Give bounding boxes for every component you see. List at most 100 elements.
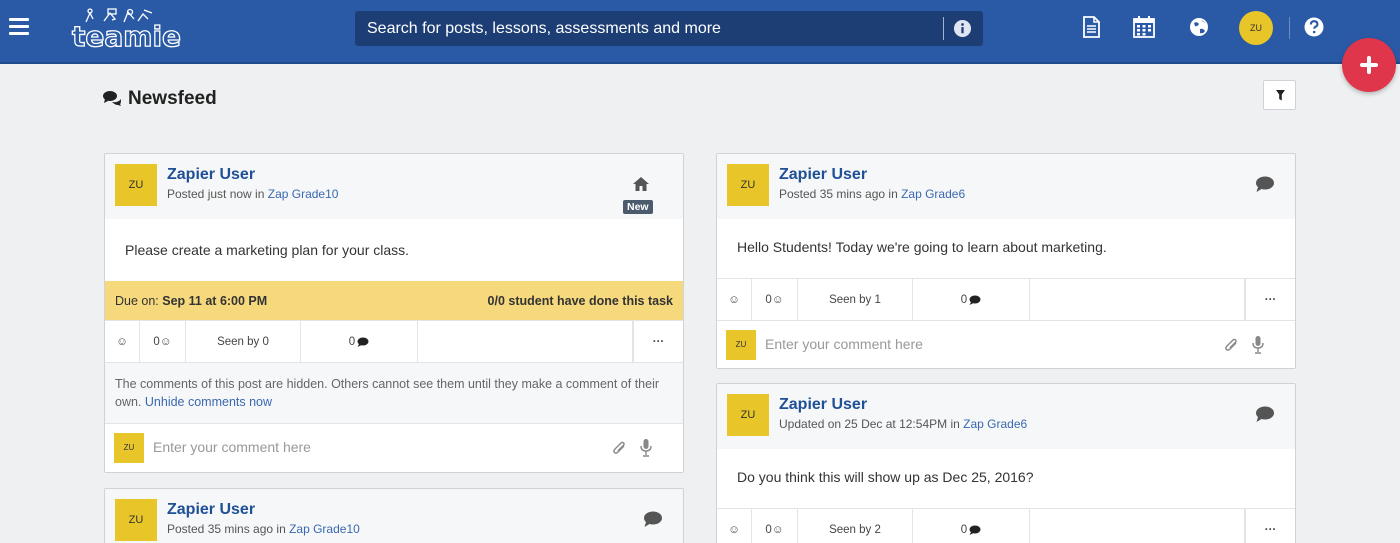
group-link[interactable]: Zap Grade6 [963, 417, 1027, 431]
seen-by[interactable]: Seen by 2 [798, 509, 913, 543]
attachment-icon[interactable] [1224, 336, 1240, 354]
post-header: ZU Zapier User Updated on 25 Dec at 12:5… [717, 384, 1295, 449]
avatar[interactable]: ZU [727, 164, 769, 206]
teamie-logo[interactable]: teamie [71, 6, 182, 54]
reaction-count[interactable]: 0 ☺ [140, 321, 186, 362]
comment-count-value: 0 [960, 293, 968, 306]
calendar-icon[interactable] [1133, 15, 1155, 39]
avatar: ZU [726, 330, 756, 360]
post-card: ZU Zapier User Posted 35 mins ago in Zap… [104, 488, 684, 543]
comment-row: ZU [717, 321, 1295, 368]
comment-icon [357, 337, 369, 347]
post-card: ZU Zapier User Updated on 25 Dec at 12:5… [716, 383, 1296, 543]
comment-icon [1256, 406, 1274, 422]
logo-text: teamie [71, 19, 182, 53]
post-actions: ☺ 0 ☺ Seen by 0 0 ··· [105, 320, 683, 363]
post-time: Updated on 25 Dec at 12:54PM in [779, 417, 964, 431]
comment-icon [644, 511, 662, 527]
post-card: ZU Zapier User Posted 35 mins ago in Zap… [716, 153, 1296, 369]
more-options-button[interactable]: ··· [633, 321, 683, 362]
post-meta: Posted just now in Zap Grade10 [167, 187, 338, 201]
comment-input[interactable] [153, 432, 593, 462]
post-body: Hello Students! Today we're going to lea… [737, 239, 1107, 255]
comment-count[interactable]: 0 [913, 279, 1030, 320]
menu-icon[interactable] [9, 18, 29, 36]
smiley-icon: ☺ [116, 335, 128, 348]
post-author[interactable]: Zapier User [779, 166, 867, 184]
action-spacer [1030, 509, 1245, 543]
post-actions: ☺ 0 ☺ Seen by 2 0 ··· [717, 508, 1295, 543]
more-options-button[interactable]: ··· [1245, 279, 1295, 320]
reaction-count[interactable]: 0 ☺ [752, 279, 798, 320]
post-time: Posted just now in [167, 187, 268, 201]
topbar-separator [1289, 17, 1290, 39]
seen-by[interactable]: Seen by 0 [186, 321, 301, 362]
action-spacer [1030, 279, 1245, 320]
comments-icon [103, 91, 121, 106]
post-time: Posted 35 mins ago in [779, 187, 902, 201]
help-icon[interactable] [1303, 15, 1325, 39]
info-icon[interactable] [953, 19, 972, 38]
comment-count[interactable]: 0 [913, 509, 1030, 543]
document-icon[interactable] [1080, 15, 1102, 39]
task-status: 0/0 student have done this task [487, 294, 673, 308]
post-actions: ☺ 0 ☺ Seen by 1 0 ··· [717, 278, 1295, 321]
top-navbar: teamie ZU [0, 0, 1400, 64]
filter-button[interactable] [1263, 80, 1296, 110]
search-bar [355, 11, 983, 46]
search-divider [943, 17, 944, 40]
post-author[interactable]: Zapier User [167, 501, 255, 519]
due-date: Sep 11 at 6:00 PM [162, 294, 268, 308]
home-icon [633, 177, 649, 191]
post-meta: Posted 35 mins ago in Zap Grade10 [167, 522, 360, 536]
post-body: Do you think this will show up as Dec 25… [737, 469, 1034, 485]
comment-count[interactable]: 0 [301, 321, 418, 362]
smiley-icon: ☺ [728, 293, 740, 306]
due-label: Due on: [115, 294, 163, 308]
newsfeed-title: Newsfeed [128, 88, 217, 109]
avatar[interactable]: ZU [115, 164, 157, 206]
user-avatar[interactable]: ZU [1239, 11, 1273, 45]
post-body: Please create a marketing plan for your … [125, 242, 410, 258]
react-button[interactable]: ☺ [105, 321, 140, 362]
comment-icon [1256, 176, 1274, 192]
comment-icon [969, 525, 981, 535]
comment-count-value: 0 [960, 523, 968, 536]
post-meta: Posted 35 mins ago in Zap Grade6 [779, 187, 965, 201]
due-bar: Due on: Sep 11 at 6:00 PM 0/0 student ha… [105, 281, 683, 320]
microphone-icon[interactable] [1252, 335, 1264, 354]
unhide-comments-link[interactable]: Unhide comments now [145, 395, 272, 409]
avatar: ZU [114, 433, 144, 463]
hidden-comments-note: The comments of this post are hidden. Ot… [105, 363, 683, 424]
group-link[interactable]: Zap Grade6 [901, 187, 965, 201]
seen-by[interactable]: Seen by 1 [798, 279, 913, 320]
post-header: ZU Zapier User Posted 35 mins ago in Zap… [717, 154, 1295, 219]
group-link[interactable]: Zap Grade10 [268, 187, 339, 201]
action-spacer [418, 321, 633, 362]
post-header: ZU Zapier User Posted 35 mins ago in Zap… [105, 489, 683, 543]
microphone-icon[interactable] [640, 438, 652, 457]
more-options-button[interactable]: ··· [1245, 509, 1295, 543]
react-button[interactable]: ☺ [717, 509, 752, 543]
comment-row: ZU [105, 424, 683, 471]
search-input[interactable] [355, 11, 940, 46]
avatar[interactable]: ZU [727, 394, 769, 436]
reaction-count[interactable]: 0 ☺ [752, 509, 798, 543]
react-button[interactable]: ☺ [717, 279, 752, 320]
comment-count-value: 0 [348, 335, 356, 348]
avatar[interactable]: ZU [115, 499, 157, 541]
comment-input[interactable] [765, 329, 1205, 359]
post-author[interactable]: Zapier User [167, 166, 255, 184]
filter-icon [1276, 90, 1285, 101]
page-title: Newsfeed [103, 88, 217, 110]
post-card: ZU Zapier User Posted just now in Zap Gr… [104, 153, 684, 473]
due-info: Due on: Sep 11 at 6:00 PM [115, 294, 267, 308]
post-author[interactable]: Zapier User [779, 396, 867, 414]
post-header: ZU Zapier User Posted just now in Zap Gr… [105, 154, 683, 219]
group-link[interactable]: Zap Grade10 [289, 522, 360, 536]
globe-icon[interactable] [1188, 15, 1210, 39]
post-meta: Updated on 25 Dec at 12:54PM in Zap Grad… [779, 417, 1027, 431]
attachment-icon[interactable] [612, 439, 628, 457]
status-badge: New [623, 200, 653, 214]
plus-icon[interactable] [1342, 38, 1396, 92]
